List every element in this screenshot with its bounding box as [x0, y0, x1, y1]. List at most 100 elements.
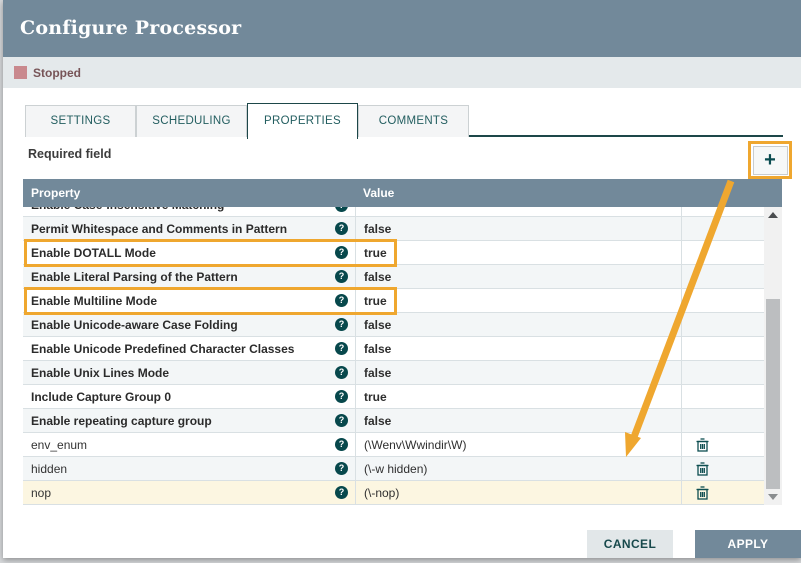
property-cell: Permit Whitespace and Comments in Patter… — [23, 217, 355, 240]
help-icon[interactable]: ? — [335, 342, 348, 355]
property-cell: Enable Literal Parsing of the Pattern ? — [23, 265, 355, 288]
delete-cell — [681, 217, 764, 240]
property-name: Enable Multiline Mode — [31, 294, 335, 308]
property-name: Enable DOTALL Mode — [31, 246, 335, 260]
column-header-value: Value — [355, 186, 394, 200]
table-row: Enable Unix Lines Mode ? false — [23, 361, 764, 385]
screen: Configure Processor Stopped SETTINGS SCH… — [0, 0, 801, 563]
help-icon[interactable]: ? — [335, 270, 348, 283]
delete-cell — [681, 265, 764, 288]
property-value[interactable]: false — [355, 217, 681, 240]
tab-comments[interactable]: COMMENTS — [358, 105, 469, 137]
tab-bar: SETTINGS SCHEDULING PROPERTIES COMMENTS — [25, 103, 783, 137]
table-row: Enable Unicode Predefined Character Clas… — [23, 337, 764, 361]
delete-cell — [681, 289, 764, 312]
table-row: Enable DOTALL Mode ? true — [23, 241, 764, 265]
table-row: nop ? (\-nop) — [23, 481, 764, 505]
delete-cell — [681, 313, 764, 336]
help-icon[interactable]: ? — [335, 390, 348, 403]
property-name: Enable Literal Parsing of the Pattern — [31, 270, 335, 284]
property-name: hidden — [31, 462, 335, 476]
table-row: hidden ? (\-w hidden) — [23, 457, 764, 481]
table-body: Enable Case-insensitive Matching ? Permi… — [23, 207, 764, 505]
help-icon[interactable]: ? — [335, 222, 348, 235]
delete-icon[interactable] — [696, 462, 709, 476]
delete-cell — [681, 241, 764, 264]
required-field-label: Required field — [28, 147, 111, 161]
delete-cell — [681, 409, 764, 432]
dialog-header: Configure Processor — [3, 0, 801, 57]
status-bar: Stopped — [3, 57, 801, 88]
property-value[interactable]: (\-w hidden) — [355, 457, 681, 480]
stopped-status-icon — [14, 66, 27, 79]
property-name: Enable repeating capture group — [31, 414, 335, 428]
scroll-up-button[interactable] — [764, 207, 782, 223]
table-row: env_enum ? (\Wenv\Wwindir\W) — [23, 433, 764, 457]
table-row: Enable Literal Parsing of the Pattern ? … — [23, 265, 764, 289]
property-value[interactable]: true — [355, 241, 681, 264]
property-value[interactable]: false — [355, 409, 681, 432]
property-cell: hidden ? — [23, 457, 355, 480]
add-button-highlight-box: + — [748, 141, 792, 179]
table-row: Include Capture Group 0 ? true — [23, 385, 764, 409]
property-value[interactable]: false — [355, 361, 681, 384]
scroll-down-button[interactable] — [764, 489, 782, 505]
dialog-title: Configure Processor — [3, 0, 801, 57]
column-header-property: Property — [23, 186, 355, 200]
help-icon[interactable]: ? — [335, 207, 348, 212]
property-value[interactable] — [355, 207, 681, 217]
help-icon[interactable]: ? — [335, 462, 348, 475]
table-row: Permit Whitespace and Comments in Patter… — [23, 217, 764, 241]
triangle-up-icon — [768, 212, 778, 218]
property-cell: Enable repeating capture group ? — [23, 409, 355, 432]
partially-scrolled-row: Enable Case-insensitive Matching ? — [23, 207, 764, 217]
delete-icon[interactable] — [696, 486, 709, 500]
property-name: Permit Whitespace and Comments in Patter… — [31, 222, 335, 236]
table-row: Enable Multiline Mode ? true — [23, 289, 764, 313]
property-value[interactable]: false — [355, 337, 681, 360]
apply-button[interactable]: APPLY — [695, 530, 801, 558]
table-header: Property Value — [23, 179, 782, 207]
scrollbar-thumb[interactable] — [766, 299, 780, 489]
delete-cell — [681, 361, 764, 384]
help-icon[interactable]: ? — [335, 246, 348, 259]
property-cell: Enable Unicode Predefined Character Clas… — [23, 337, 355, 360]
tab-scheduling[interactable]: SCHEDULING — [136, 105, 247, 137]
scrollbar[interactable] — [764, 207, 782, 505]
help-icon[interactable]: ? — [335, 486, 348, 499]
property-name: Enable Unix Lines Mode — [31, 366, 335, 380]
help-icon[interactable]: ? — [335, 438, 348, 451]
status-label: Stopped — [33, 66, 81, 80]
property-cell: Enable DOTALL Mode ? — [23, 241, 355, 264]
property-name: Enable Case-insensitive Matching — [31, 207, 335, 212]
properties-table: Property Value Enable Case-insensitive M… — [23, 179, 782, 505]
property-value[interactable]: (\Wenv\Wwindir\W) — [355, 433, 681, 456]
help-icon[interactable]: ? — [335, 318, 348, 331]
tab-properties[interactable]: PROPERTIES — [247, 103, 358, 139]
delete-cell — [681, 385, 764, 408]
help-icon[interactable]: ? — [335, 414, 348, 427]
property-cell: Enable Multiline Mode ? — [23, 289, 355, 312]
property-name: Include Capture Group 0 — [31, 390, 335, 404]
property-value[interactable]: false — [355, 265, 681, 288]
tab-settings[interactable]: SETTINGS — [25, 105, 136, 137]
table-row: Enable Unicode-aware Case Folding ? fals… — [23, 313, 764, 337]
property-name: env_enum — [31, 438, 335, 452]
property-value[interactable]: (\-nop) — [355, 481, 681, 504]
delete-cell — [681, 481, 764, 504]
delete-cell — [681, 433, 764, 456]
delete-cell — [681, 337, 764, 360]
delete-icon[interactable] — [696, 438, 709, 452]
help-icon[interactable]: ? — [335, 366, 348, 379]
property-value[interactable]: true — [355, 385, 681, 408]
cancel-button[interactable]: CANCEL — [587, 530, 673, 558]
add-property-button[interactable]: + — [753, 146, 788, 175]
property-value[interactable]: true — [355, 289, 681, 312]
property-cell: nop ? — [23, 481, 355, 504]
help-icon[interactable]: ? — [335, 294, 348, 307]
property-value[interactable]: false — [355, 313, 681, 336]
property-cell: Enable Unix Lines Mode ? — [23, 361, 355, 384]
property-name: nop — [31, 486, 335, 500]
configure-processor-dialog: Configure Processor Stopped SETTINGS SCH… — [3, 0, 801, 558]
triangle-down-icon — [768, 494, 778, 500]
